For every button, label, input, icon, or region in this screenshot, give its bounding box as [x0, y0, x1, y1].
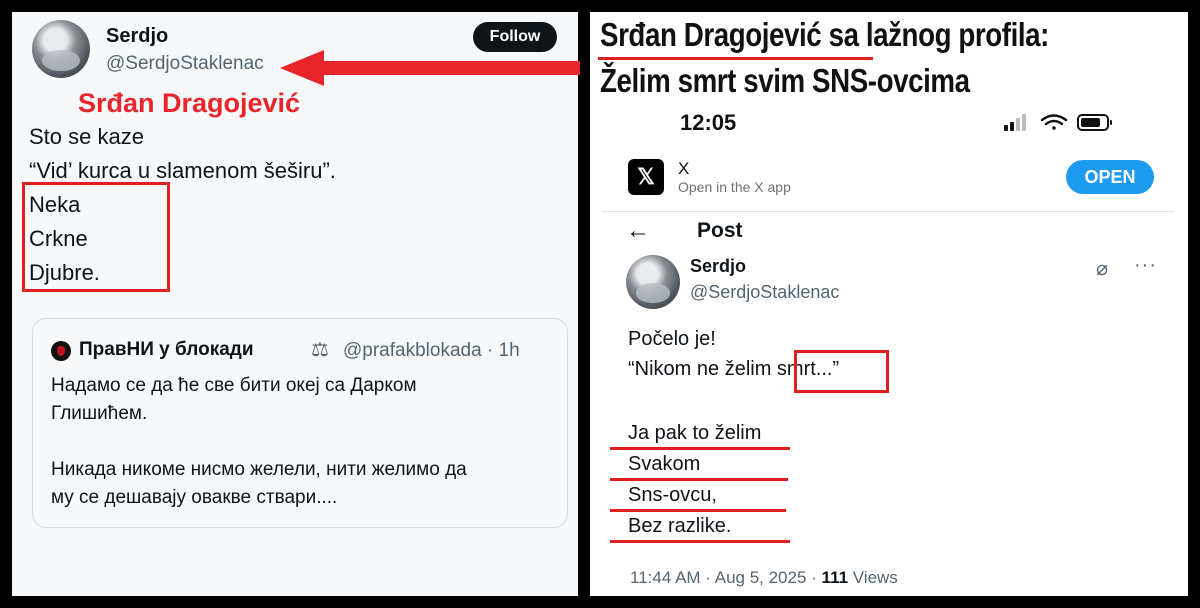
grok-icon[interactable]: ⌀	[1096, 256, 1108, 281]
x-logo-icon[interactable]: 𝕏	[628, 159, 664, 195]
headline-rest: sa lažnog profila:	[821, 16, 1050, 53]
quoted-avatar	[51, 341, 71, 361]
author-handle[interactable]: @SerdjoStaklenac	[106, 53, 264, 75]
annotation-underline	[610, 447, 790, 450]
more-icon[interactable]: ···	[1134, 254, 1157, 277]
quoted-line: Надамо се да ће све бити океј са Дарком	[51, 375, 417, 396]
app-name: X	[678, 159, 690, 178]
quoted-line: Глишићем.	[51, 403, 148, 424]
post-line: Ja pak to želim	[628, 422, 762, 444]
tweet-line: “Vid’ kurca u slamenom šeširu”.	[29, 158, 336, 183]
post-line: Svakom	[628, 453, 701, 475]
post-timestamp: 11:44 AM · Aug 5, 2025 ·	[630, 568, 822, 587]
post-line: Bez razlike.	[628, 515, 732, 537]
back-arrow-icon[interactable]: ←	[626, 217, 650, 245]
quoted-handle-time: @prafakblokada · 1h	[343, 340, 520, 361]
author-name[interactable]: Serdjo	[106, 25, 168, 48]
open-app-button[interactable]: OPEN	[1066, 160, 1154, 194]
page-title: Post	[697, 219, 743, 242]
divider	[602, 211, 1174, 212]
scale-icon: ⚖	[311, 339, 329, 361]
signal-icon	[1004, 114, 1026, 131]
author-handle[interactable]: @SerdjoStaklenac	[690, 282, 839, 303]
status-icons	[1004, 114, 1112, 131]
wifi-icon	[1040, 114, 1068, 130]
app-subtitle: Open in the X app	[678, 179, 791, 195]
tweet-line: Sto se kaze	[29, 124, 144, 149]
status-time: 12:05	[680, 110, 737, 135]
quoted-author-name: ПравНИ у блокади	[79, 339, 254, 360]
post-line: Sns-ovcu,	[628, 484, 717, 506]
annotation-name: Srđan Dragojević	[78, 88, 301, 118]
headline-line-2: Želim smrt svim SNS-ovcima	[600, 62, 970, 99]
battery-icon	[1077, 114, 1112, 131]
avatar[interactable]	[626, 255, 680, 309]
left-tweet-screenshot: Serdjo @SerdjoStaklenac Follow Srđan Dra…	[12, 12, 578, 596]
views-label: Views	[848, 568, 898, 587]
post-meta: 11:44 AM · Aug 5, 2025 · 111 Views	[630, 568, 898, 588]
post-line: Počelo je!	[628, 328, 716, 350]
annotation-underline	[610, 478, 788, 481]
headline-underline	[598, 57, 873, 60]
annotation-highlight-box	[794, 350, 889, 393]
views-count: 111	[821, 568, 849, 587]
quoted-line: му се дешавају овакве ствари....	[51, 487, 338, 508]
headline-line-1: Srđan Dragojević sa lažnog profila:	[600, 16, 1049, 54]
annotation-arrow-icon	[280, 50, 580, 86]
right-phone-screenshot: Srđan Dragojević sa lažnog profila: Želi…	[590, 12, 1188, 596]
quoted-tweet-card[interactable]: ПравНИ у блокади ⚖ @prafakblokada · 1h Н…	[32, 318, 568, 528]
author-name[interactable]: Serdjo	[690, 256, 746, 277]
avatar[interactable]	[32, 20, 90, 78]
annotation-underline	[610, 540, 790, 543]
annotation-underline	[610, 509, 786, 512]
headline-name: Srđan Dragojević	[600, 16, 822, 53]
annotation-highlight-box	[22, 182, 170, 292]
quoted-line: Никада никоме нисмо желели, нити желимо …	[51, 459, 467, 480]
